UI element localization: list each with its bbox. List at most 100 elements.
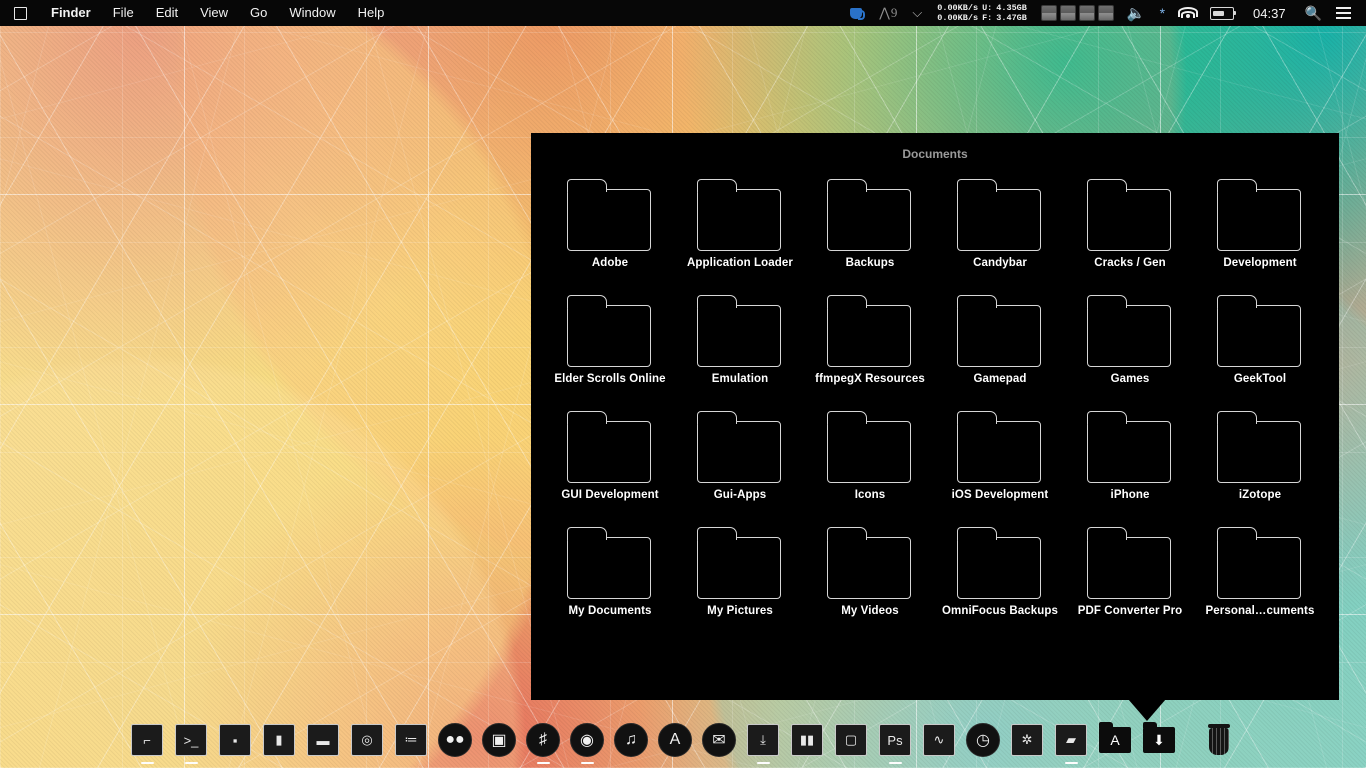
stack-folder-item[interactable]: Elder Scrolls Online (545, 291, 675, 397)
dock-item-ibooks[interactable]: ▮ (257, 714, 301, 768)
apple-logo-icon[interactable] (0, 6, 40, 20)
downloads-stack-icon: ⬇ (1140, 721, 1178, 759)
folder-icon (827, 179, 913, 251)
stack-folder-item[interactable]: Adobe (545, 175, 675, 281)
dock-item-system-preferences[interactable]: ✲ (1005, 714, 1049, 768)
messages-icon: ●● (436, 721, 474, 759)
coffee-cup-icon[interactable] (843, 0, 872, 26)
stack-folder-item[interactable]: My Videos (805, 523, 935, 629)
charts-icon: ▮▮ (788, 721, 826, 759)
stack-folder-item[interactable]: Gui-Apps (675, 407, 805, 513)
dock-item-downloads-app[interactable]: ⤓ (741, 714, 785, 768)
facetime-icon: ▣ (480, 721, 518, 759)
folder-icon (1087, 179, 1173, 251)
dock-item-finder[interactable]: ⌐ (125, 714, 169, 768)
stack-folder-item[interactable]: Development (1195, 175, 1325, 281)
menu-item-help[interactable]: Help (347, 0, 396, 26)
bluetooth-icon[interactable]: * (1153, 0, 1172, 26)
stack-folder-item[interactable]: Gamepad (935, 291, 1065, 397)
stack-folder-item[interactable]: My Pictures (675, 523, 805, 629)
stack-folder-item[interactable]: My Documents (545, 523, 675, 629)
menu-item-file[interactable]: File (102, 0, 145, 26)
menu-item-view[interactable]: View (189, 0, 239, 26)
stack-folder-item[interactable]: Application Loader (675, 175, 805, 281)
stack-grid: Adobe Application Loader Backups Candybar Cr… (531, 175, 1339, 629)
menu-item-edit[interactable]: Edit (145, 0, 189, 26)
stack-folder-item[interactable]: iPhone (1065, 407, 1195, 513)
folder-label: Candybar (973, 257, 1027, 269)
volume-icon[interactable]: 🔈 (1120, 0, 1153, 26)
stack-folder-item[interactable]: Games (1065, 291, 1195, 397)
stack-folder-item[interactable]: OmniFocus Backups (935, 523, 1065, 629)
stack-folder-item[interactable]: Cracks / Gen (1065, 175, 1195, 281)
folder-icon (1087, 411, 1173, 483)
folder-icon (957, 527, 1043, 599)
wifi-icon[interactable] (1172, 0, 1203, 26)
folder-icon (957, 295, 1043, 367)
system-preferences-icon: ✲ (1008, 721, 1046, 759)
dock-item-mail[interactable]: ✉ (697, 714, 741, 768)
dock-item-preview[interactable]: ▢ (829, 714, 873, 768)
documents-stack-popup: Documents Adobe Application Loader Backups… (531, 133, 1339, 700)
stack-folder-item[interactable]: Emulation (675, 291, 805, 397)
downloads-app-icon: ⤓ (744, 721, 782, 759)
dock-item-app-store[interactable]: A (653, 714, 697, 768)
stack-folder-item[interactable]: ffmpegX Resources (805, 291, 935, 397)
dock-item-itunes[interactable]: ♫ (609, 714, 653, 768)
folder-label: Adobe (591, 257, 629, 269)
stack-folder-item[interactable]: iOS Development (935, 407, 1065, 513)
dock-item-activity-monitor[interactable]: ∿ (917, 714, 961, 768)
menu-item-go[interactable]: Go (239, 0, 278, 26)
dock-item-photoshop[interactable]: Ps (873, 714, 917, 768)
preview-icon: ▢ (832, 721, 870, 759)
folder-label: iOS Development (951, 489, 1049, 501)
mem-used-label: U: (982, 3, 993, 13)
battery-icon[interactable] (1203, 0, 1241, 26)
dock-item-downloads-stack[interactable]: ⬇ (1137, 714, 1181, 768)
stack-folder-item[interactable]: Icons (805, 407, 935, 513)
dock-item-photos[interactable]: ◎ (345, 714, 389, 768)
dock-item-stickies[interactable]: ▰ (1049, 714, 1093, 768)
terminal-icon: >_ (172, 721, 210, 759)
stack-folder-item[interactable]: Backups (805, 175, 935, 281)
running-indicator (1064, 762, 1078, 764)
itunes-icon: ♫ (612, 721, 650, 759)
spotlight-search-icon[interactable]: 🔍 (1298, 0, 1329, 26)
dock-item-terminal[interactable]: >_ (169, 714, 213, 768)
folder-label: Personal…cuments (1205, 605, 1315, 617)
dock-item-time-machine[interactable]: ◷ (961, 714, 1005, 768)
dock-item-spotify[interactable]: ♯ (521, 714, 565, 768)
folder-icon (957, 411, 1043, 483)
folder-icon (1217, 179, 1303, 251)
notification-center-icon[interactable] (1329, 0, 1358, 26)
mem-used-value: 4.35GB (996, 3, 1027, 13)
folder-icon (827, 527, 913, 599)
folder-icon (827, 295, 913, 367)
dock-item-chrome[interactable]: ◉ (565, 714, 609, 768)
menu-item-finder[interactable]: Finder (40, 0, 102, 26)
stack-folder-item[interactable]: GUI Development (545, 407, 675, 513)
alfred-hat-icon[interactable]: ⋀9 (872, 0, 905, 26)
folder-label: Emulation (711, 373, 769, 385)
folder-icon (1217, 411, 1303, 483)
dock-item-notes[interactable]: ▬ (301, 714, 345, 768)
dock-item-facetime[interactable]: ▣ (477, 714, 521, 768)
dock-item-messages[interactable]: ●● (433, 714, 477, 768)
menu-item-window[interactable]: Window (278, 0, 346, 26)
stack-folder-item[interactable]: Personal…cuments (1195, 523, 1325, 629)
dock-item-charts[interactable]: ▮▮ (785, 714, 829, 768)
dock-item-image-viewer[interactable]: ▪ (213, 714, 257, 768)
menu-bar-clock[interactable]: 04:37 (1241, 0, 1298, 26)
stack-folder-item[interactable]: GeekTool (1195, 291, 1325, 397)
stack-folder-item[interactable]: Candybar (935, 175, 1065, 281)
dock-item-applications-stack[interactable]: A (1093, 714, 1137, 768)
folder-label: iZotope (1238, 489, 1282, 501)
bartender-icon[interactable]: ⌵ (905, 0, 929, 26)
stack-folder-item[interactable]: PDF Converter Pro (1065, 523, 1195, 629)
folder-label: Backups (845, 257, 895, 269)
memory-bars-icon (1035, 5, 1120, 21)
dock-item-reminders[interactable]: ≔ (389, 714, 433, 768)
folder-label: My Pictures (707, 605, 773, 617)
stack-folder-item[interactable]: iZotope (1195, 407, 1325, 513)
dock-item-trash[interactable] (1197, 714, 1241, 768)
